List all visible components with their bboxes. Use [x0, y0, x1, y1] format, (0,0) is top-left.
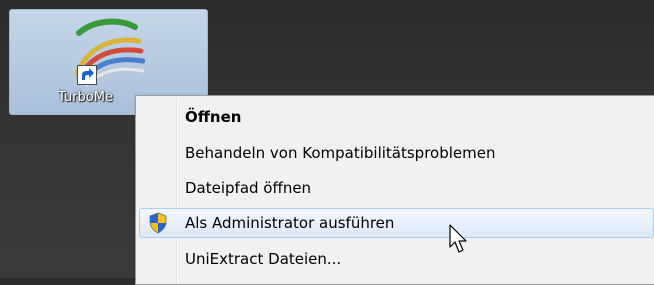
mouse-pointer-icon — [449, 224, 467, 253]
menu-item-label: Behandeln von Kompatibilitätsproblemen — [185, 144, 496, 162]
menu-item-run-as-administrator[interactable]: Als Administrator ausführen — [139, 208, 654, 238]
shortcut-arrow-icon — [77, 65, 97, 85]
menu-item-troubleshoot-compatibility[interactable]: Behandeln von Kompatibilitätsproblemen — [139, 138, 654, 168]
menu-item-label: Dateipfad öffnen — [185, 179, 312, 197]
menu-item-label: Als Administrator ausführen — [185, 214, 395, 232]
menu-item-open-file-location[interactable]: Dateipfad öffnen — [139, 173, 654, 203]
menu-item-uniextract-files[interactable]: UniExtract Dateien... — [139, 244, 654, 274]
context-menu: Öffnen Behandeln von Kompatibilitätsprob… — [135, 95, 654, 285]
menu-item-label: UniExtract Dateien... — [185, 250, 342, 268]
menu-item-label: Öffnen — [185, 108, 242, 126]
uac-shield-icon — [149, 212, 167, 234]
menu-item-open[interactable]: Öffnen — [139, 102, 654, 132]
